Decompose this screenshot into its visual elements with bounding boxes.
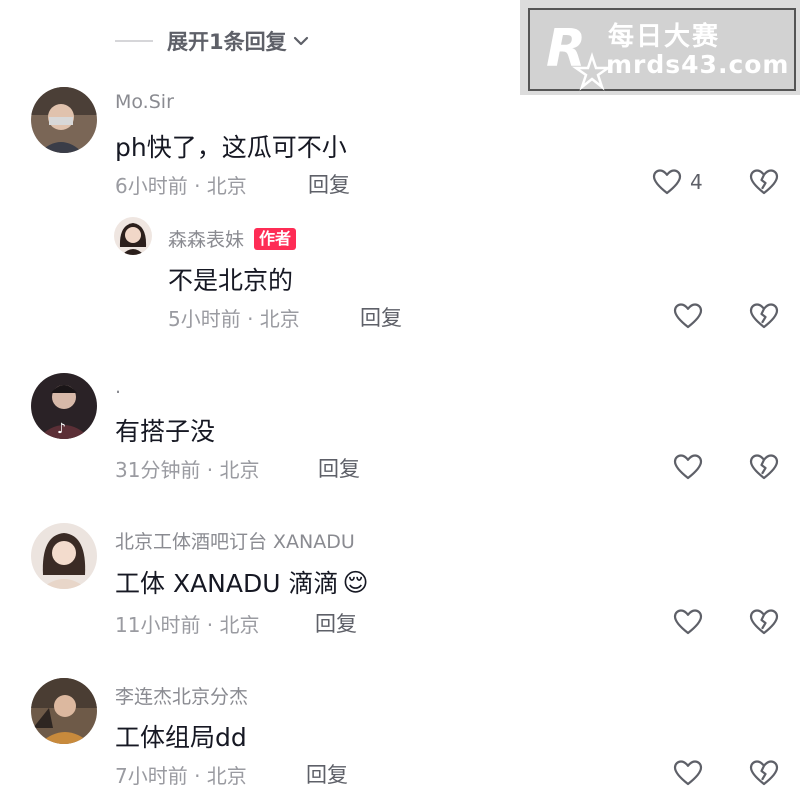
divider-line xyxy=(115,40,153,42)
comment-username[interactable]: 森森表妹 xyxy=(168,225,244,252)
comment-meta: 5小时前 · 北京 xyxy=(168,307,300,331)
reply-button[interactable]: 回复 xyxy=(306,759,348,789)
avatar[interactable] xyxy=(31,87,97,153)
author-badge: 作者 xyxy=(254,227,297,250)
broken-heart-icon[interactable] xyxy=(749,301,779,331)
watermark: R 每日大赛 mrds43.com xyxy=(520,0,800,95)
expand-replies-label: 展开1条回复 xyxy=(167,30,287,54)
comment-text: 不是北京的 xyxy=(168,266,294,295)
like-count: 4 xyxy=(690,170,703,194)
comment-text: ph快了，这瓜可不小 xyxy=(115,133,347,162)
heart-icon[interactable] xyxy=(673,607,703,637)
heart-icon xyxy=(652,169,682,195)
broken-heart-icon[interactable] xyxy=(749,452,779,482)
chevron-down-icon xyxy=(293,36,308,46)
heart-icon[interactable] xyxy=(673,301,703,331)
comment-username[interactable]: . xyxy=(115,376,121,398)
reply-button[interactable]: 回复 xyxy=(318,453,360,483)
comment-username[interactable]: 李连杰北京分杰 xyxy=(115,682,248,709)
avatar[interactable] xyxy=(114,217,152,255)
comment-text: 有搭子没 xyxy=(115,417,216,446)
comment-text: 工体 XANADU 滴滴 xyxy=(115,569,339,598)
watermark-site: mrds43.com xyxy=(606,50,790,79)
comment-meta: 7小时前 · 北京 xyxy=(115,764,247,788)
comment-username[interactable]: Mo.Sir xyxy=(115,91,174,113)
like-button[interactable]: 4 xyxy=(652,167,703,197)
heart-icon[interactable] xyxy=(673,758,703,788)
avatar[interactable] xyxy=(31,523,97,589)
watermark-name: 每日大赛 xyxy=(608,22,721,52)
broken-heart-icon[interactable] xyxy=(749,758,779,788)
avatar[interactable] xyxy=(31,678,97,744)
heart-icon[interactable] xyxy=(673,452,703,482)
comment-meta: 6小时前 · 北京 xyxy=(115,174,247,198)
comment-username[interactable]: 北京工体酒吧订台 XANADU xyxy=(115,527,355,554)
broken-heart-icon[interactable] xyxy=(749,167,779,197)
reply-button[interactable]: 回复 xyxy=(360,302,402,332)
broken-heart-icon[interactable] xyxy=(749,607,779,637)
svg-text:♪: ♪ xyxy=(57,421,66,437)
comment-meta: 31分钟前 · 北京 xyxy=(115,458,260,482)
avatar[interactable]: ♪ xyxy=(31,373,97,439)
comment-meta: 11小时前 · 北京 xyxy=(115,613,260,637)
emoji: 😌 xyxy=(342,567,369,597)
reply-button[interactable]: 回复 xyxy=(315,608,357,638)
reply-button[interactable]: 回复 xyxy=(308,169,350,199)
expand-replies-button[interactable]: 展开1条回复 xyxy=(115,26,309,56)
comment-text: 工体组局dd xyxy=(115,723,247,752)
